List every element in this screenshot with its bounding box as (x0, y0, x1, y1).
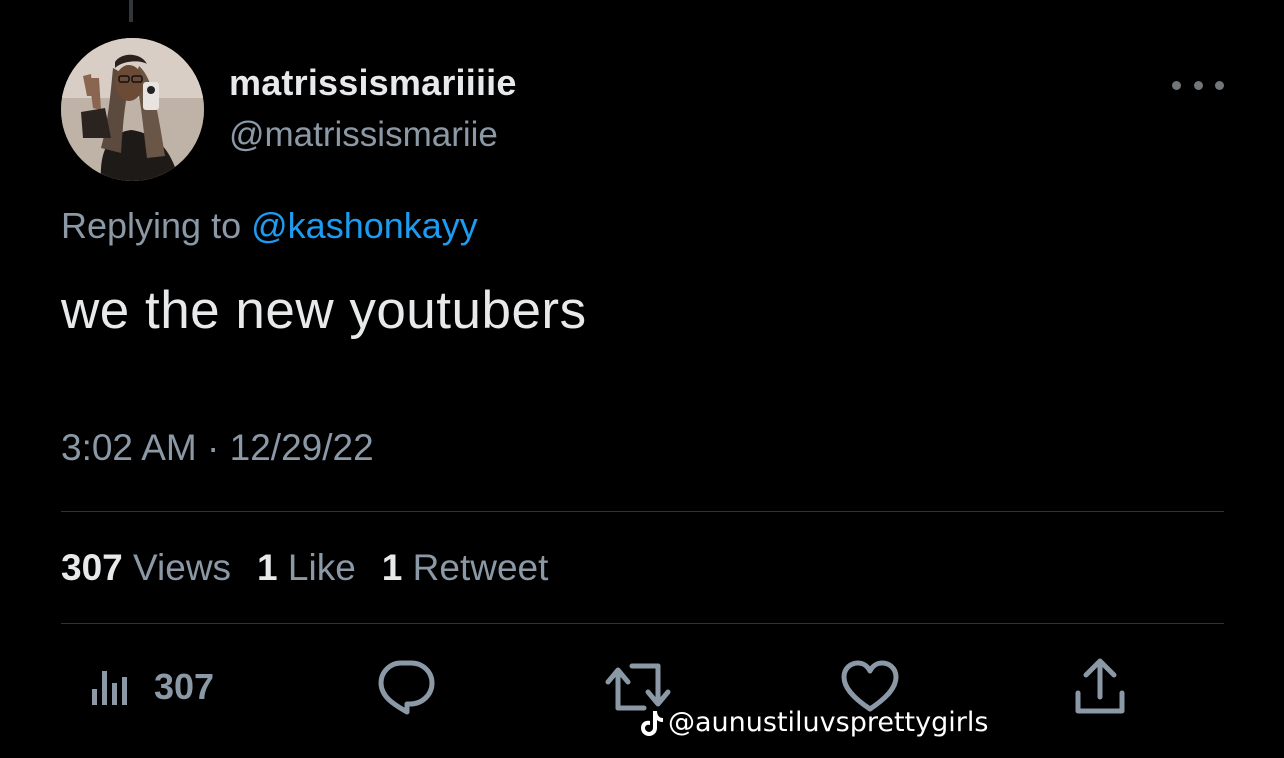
likes-stat[interactable]: 1 Like (257, 547, 356, 589)
views-stat-label: Views (133, 547, 232, 588)
thread-connector-line (129, 0, 133, 22)
retweets-stat-count: 1 (381, 547, 403, 588)
replying-to: Replying to @kashonkayy (61, 205, 478, 247)
more-dot-icon (1193, 80, 1203, 90)
tweet-time: 3:02 AM (61, 427, 197, 468)
share-button[interactable] (1072, 655, 1128, 719)
avatar[interactable] (61, 38, 204, 181)
timestamp-separator: · (207, 427, 220, 468)
more-options-button[interactable] (1172, 70, 1224, 100)
user-handle[interactable]: @matrissismariie (229, 115, 498, 155)
likes-stat-label: Like (287, 547, 356, 588)
retweets-stat-label: Retweet (412, 547, 549, 588)
tiktok-icon (641, 710, 663, 736)
tweet-timestamp[interactable]: 3:02 AM · 12/29/22 (61, 427, 374, 469)
watermark-text: @aunustiluvsprettygirls (668, 707, 989, 738)
divider (61, 623, 1224, 624)
engagement-stats: 307 Views 1 Like 1 Retweet (61, 547, 548, 589)
display-name[interactable]: matrissismariiiie (229, 62, 517, 104)
share-icon (1075, 658, 1125, 714)
views-button[interactable]: 307 (88, 655, 214, 719)
likes-stat-count: 1 (257, 547, 278, 588)
retweets-stat[interactable]: 1 Retweet (382, 547, 549, 589)
analytics-icon (92, 671, 127, 705)
reply-icon (378, 660, 435, 715)
views-stat-count: 307 (61, 547, 123, 588)
more-dot-icon (1215, 80, 1224, 90)
tiktok-watermark: @aunustiluvsprettygirls (640, 707, 988, 738)
tweet-text: we the new youtubers (61, 281, 587, 340)
avatar-photo (61, 38, 204, 181)
replying-to-label: Replying to (61, 205, 242, 246)
views-action-count: 307 (154, 666, 215, 707)
more-dot-icon (1172, 80, 1181, 90)
tweet-date: 12/29/22 (229, 427, 374, 468)
views-stat[interactable]: 307 Views (61, 547, 231, 589)
reply-mention-link[interactable]: @kashonkayy (251, 205, 478, 246)
reply-button[interactable] (375, 655, 437, 719)
divider (61, 511, 1224, 512)
